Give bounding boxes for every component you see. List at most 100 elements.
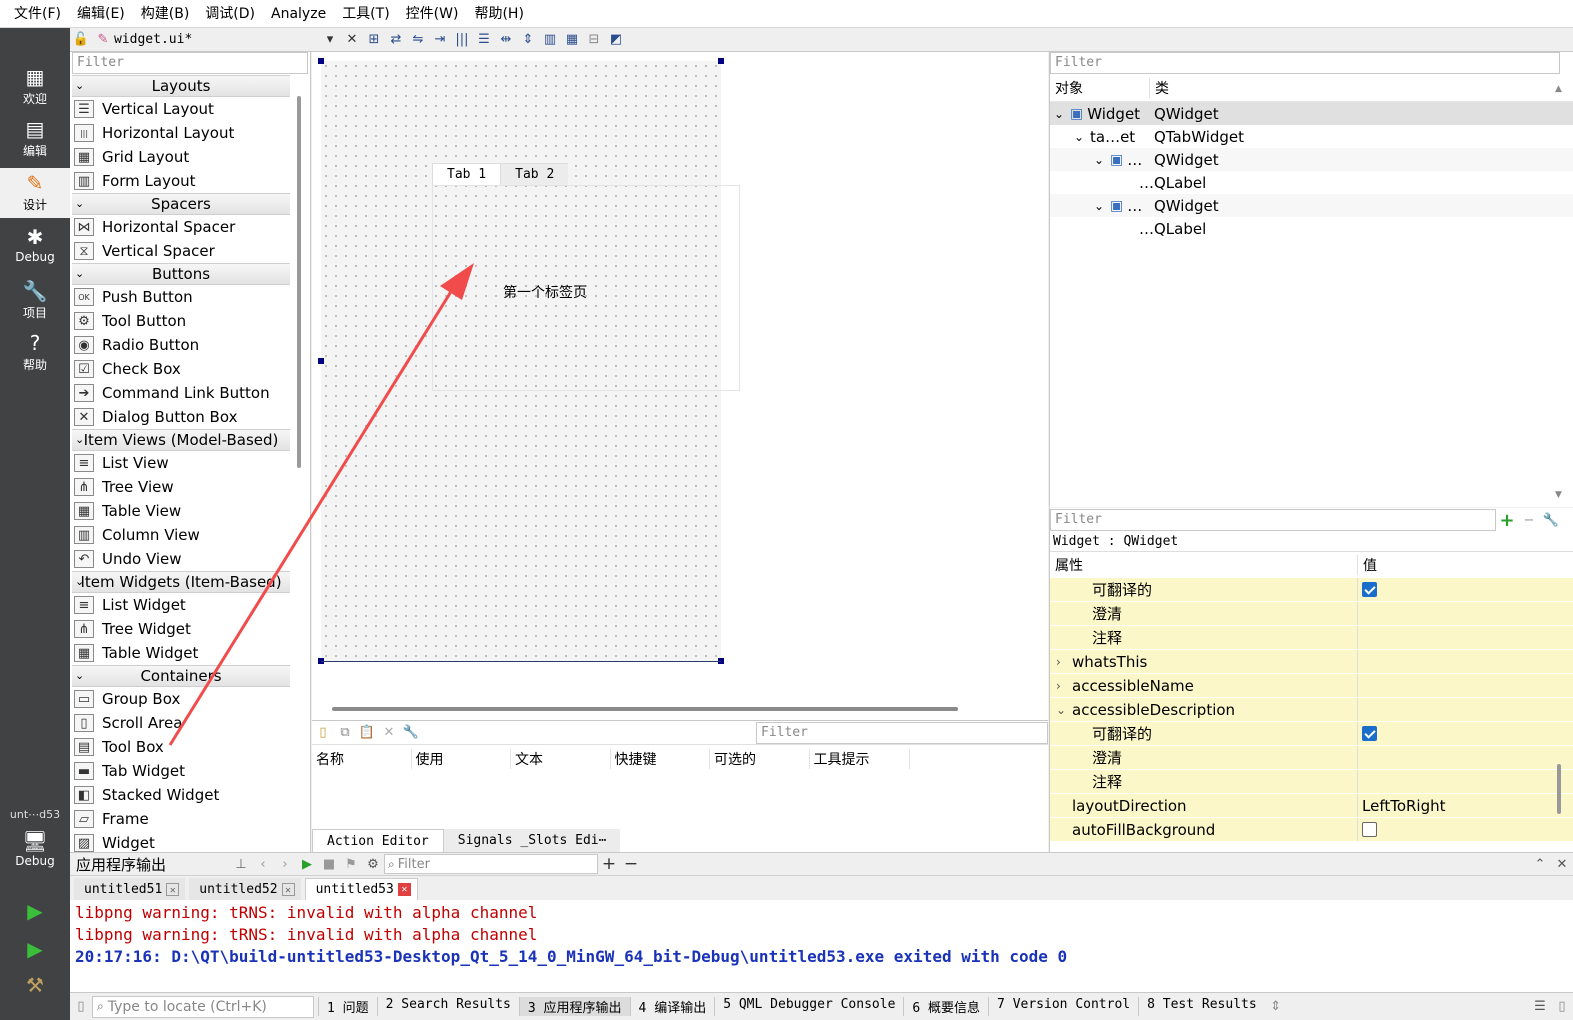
- column-header-object[interactable]: 对象: [1050, 77, 1150, 98]
- close-tab-icon[interactable]: ✕: [281, 882, 295, 896]
- column-header[interactable]: 快捷键: [611, 749, 710, 769]
- layout-hsplitter-icon[interactable]: ⇹: [495, 30, 517, 50]
- property-row[interactable]: 可翻译的: [1050, 722, 1573, 746]
- widget-item[interactable]: ↶ Undo View: [70, 547, 310, 571]
- column-header[interactable]: 文本: [511, 749, 611, 769]
- object-tree-row[interactable]: ⌄ ta…et QTabWidget: [1050, 125, 1573, 148]
- category-header[interactable]: ⌄ Spacers: [72, 193, 290, 215]
- close-pane-icon[interactable]: ✕: [1551, 854, 1573, 874]
- widget-item[interactable]: ⧖ Vertical Spacer: [70, 239, 310, 263]
- expand-icon[interactable]: ⌄: [1056, 703, 1072, 717]
- form-canvas[interactable]: Tab 1 Tab 2 第一个标签页: [321, 61, 740, 662]
- column-header-value[interactable]: 值: [1358, 555, 1377, 575]
- output-pane-button[interactable]: 2 Search Results: [376, 997, 519, 1016]
- toggle-output-icon[interactable]: ▯: [1551, 997, 1573, 1017]
- output-pane-button[interactable]: 5 QML Debugger Console: [714, 997, 903, 1016]
- widget-item[interactable]: ▤ Tool Box: [70, 735, 310, 759]
- property-row[interactable]: 注释: [1050, 626, 1573, 650]
- configure-icon[interactable]: 🔧: [1540, 510, 1562, 530]
- close-document-icon[interactable]: ✕: [341, 30, 363, 50]
- object-tree-row[interactable]: … QLabel: [1050, 171, 1573, 194]
- object-tree-row[interactable]: ⌄ ▣… QWidget: [1050, 148, 1573, 171]
- menu-item[interactable]: 文件(F): [6, 0, 69, 28]
- column-header-class[interactable]: 类: [1150, 78, 1169, 98]
- layout-grid-icon[interactable]: ▦: [561, 30, 583, 50]
- layout-vsplitter-icon[interactable]: ⇕: [517, 30, 539, 50]
- widget-item[interactable]: ➔ Command Link Button: [70, 381, 310, 405]
- property-row[interactable]: ⌄ accessibleDescription: [1050, 698, 1573, 722]
- output-tab[interactable]: untitled52 ✕: [189, 878, 301, 900]
- widget-item[interactable]: ✕ Dialog Button Box: [70, 405, 310, 429]
- break-layout-icon[interactable]: ⊟: [583, 30, 605, 50]
- output-pane-button[interactable]: 7 Version Control: [988, 997, 1138, 1016]
- menu-item[interactable]: 工具(T): [334, 0, 397, 28]
- mode-bug[interactable]: ✱ Debug: [0, 222, 70, 272]
- mode-help[interactable]: ? 帮助: [0, 328, 70, 378]
- widget-item[interactable]: ⋈ Horizontal Spacer: [70, 215, 310, 239]
- selection-handle[interactable]: [318, 358, 324, 364]
- property-scrollbar[interactable]: [1557, 764, 1561, 814]
- configure-icon[interactable]: 🔧: [400, 723, 422, 743]
- layout-vertical-icon[interactable]: ☰: [473, 30, 495, 50]
- category-header[interactable]: ⌄ Containers: [72, 665, 290, 687]
- progress-details-icon[interactable]: ☰: [1529, 997, 1551, 1017]
- expand-icon[interactable]: ⌄: [1094, 153, 1110, 167]
- zoom-out-icon[interactable]: −: [620, 854, 642, 874]
- selection-handle[interactable]: [718, 58, 724, 64]
- widget-item[interactable]: ▥ Form Layout: [70, 169, 310, 193]
- output-pane-button[interactable]: 1 问题: [318, 997, 377, 1016]
- property-row[interactable]: 注释: [1050, 770, 1573, 794]
- next-item-icon[interactable]: ›: [274, 854, 296, 874]
- property-row[interactable]: 可翻译的: [1050, 578, 1573, 602]
- widget-item[interactable]: ▭ Group Box: [70, 687, 310, 711]
- close-tab-icon[interactable]: ✕: [166, 882, 180, 896]
- widget-item[interactable]: OK Push Button: [70, 285, 310, 309]
- property-row[interactable]: 澄清: [1050, 746, 1573, 770]
- property-checkbox[interactable]: [1362, 726, 1377, 741]
- expand-icon[interactable]: ⌄: [1074, 130, 1090, 144]
- output-pane-button[interactable]: 8 Test Results: [1138, 997, 1265, 1016]
- mode-wrench[interactable]: 🔧 项目: [0, 276, 70, 326]
- tab-action-editor[interactable]: Action Editor: [312, 829, 444, 853]
- edit-widgets-icon[interactable]: ⊞: [363, 30, 385, 50]
- category-header[interactable]: ⌄ Layouts: [72, 75, 290, 97]
- action-filter-input[interactable]: Filter: [756, 721, 1048, 744]
- mode-grid[interactable]: ▦ 欢迎: [0, 62, 70, 112]
- locator-input[interactable]: ⌕ Type to locate (Ctrl+K): [92, 995, 314, 1018]
- property-checkbox[interactable]: [1362, 582, 1377, 597]
- object-tree-row[interactable]: ⌄ ▣… QWidget: [1050, 194, 1573, 217]
- tab-widget[interactable]: Tab 1 Tab 2 第一个标签页: [432, 163, 740, 391]
- maximize-pane-icon[interactable]: ⌃: [1529, 854, 1551, 874]
- output-pane-button[interactable]: 6 概要信息: [903, 997, 988, 1016]
- expand-icon[interactable]: ⌄: [1054, 107, 1070, 121]
- menu-item[interactable]: 帮助(H): [466, 0, 531, 28]
- toggle-sidebar-icon[interactable]: ▯: [70, 997, 92, 1017]
- widget-item[interactable]: ⋔ Tree Widget: [70, 617, 310, 641]
- property-row[interactable]: autoFillBackground: [1050, 818, 1573, 842]
- kit-selector[interactable]: 🖥 Debug: [0, 830, 70, 880]
- mode-edit-doc[interactable]: ▤ 编辑: [0, 114, 70, 164]
- column-header[interactable]: 可选的: [710, 749, 810, 769]
- prev-item-icon[interactable]: ‹: [252, 854, 274, 874]
- expand-icon[interactable]: ⌄: [1094, 199, 1110, 213]
- adjust-size-icon[interactable]: ◩: [605, 30, 627, 50]
- property-row[interactable]: layoutDirection LeftToRight: [1050, 794, 1573, 818]
- output-filter-input[interactable]: ⌕ Filter: [384, 854, 598, 874]
- selection-handle[interactable]: [318, 58, 324, 64]
- column-header-property[interactable]: 属性: [1050, 555, 1358, 575]
- widget-item[interactable]: ◉ Radio Button: [70, 333, 310, 357]
- output-tab[interactable]: untitled53 ✕: [304, 878, 418, 900]
- widget-item[interactable]: ⚙ Tool Button: [70, 309, 310, 333]
- copy-action-icon[interactable]: ⧉: [334, 723, 356, 743]
- chevron-down-icon[interactable]: ▾: [319, 30, 341, 50]
- output-tab[interactable]: untitled51 ✕: [74, 878, 186, 900]
- property-checkbox[interactable]: [1362, 822, 1377, 837]
- stop-icon[interactable]: ■: [318, 854, 340, 874]
- widget-item[interactable]: ▥ Column View: [70, 523, 310, 547]
- category-header[interactable]: ⌄ Item Widgets (Item-Based): [72, 571, 290, 593]
- tab-signals-slots-editor[interactable]: Signals _Slots Edi⋯: [443, 829, 621, 853]
- widget-item[interactable]: ◧ Stacked Widget: [70, 783, 310, 807]
- property-row[interactable]: 澄清: [1050, 602, 1573, 626]
- more-panes-icon[interactable]: ⇕: [1265, 997, 1287, 1017]
- widget-item[interactable]: ≡ List Widget: [70, 593, 310, 617]
